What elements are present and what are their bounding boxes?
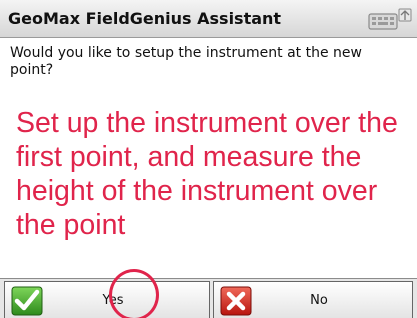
- keyboard-icon[interactable]: [367, 7, 413, 31]
- window-title: GeoMax FieldGenius Assistant: [8, 9, 282, 28]
- instruction-annotation: Set up the instrument over the first poi…: [16, 107, 398, 241]
- title-bar: GeoMax FieldGenius Assistant: [0, 0, 417, 38]
- no-button[interactable]: No: [213, 281, 413, 318]
- dialog-window: GeoMax FieldGenius Assistant Would you l…: [0, 0, 417, 318]
- button-bar: Yes No: [0, 278, 417, 318]
- highlight-circle: [109, 269, 159, 318]
- no-button-label: No: [310, 293, 328, 308]
- dialog-question: Would you like to setup the instrument a…: [10, 45, 362, 78]
- yes-button[interactable]: Yes: [4, 281, 210, 318]
